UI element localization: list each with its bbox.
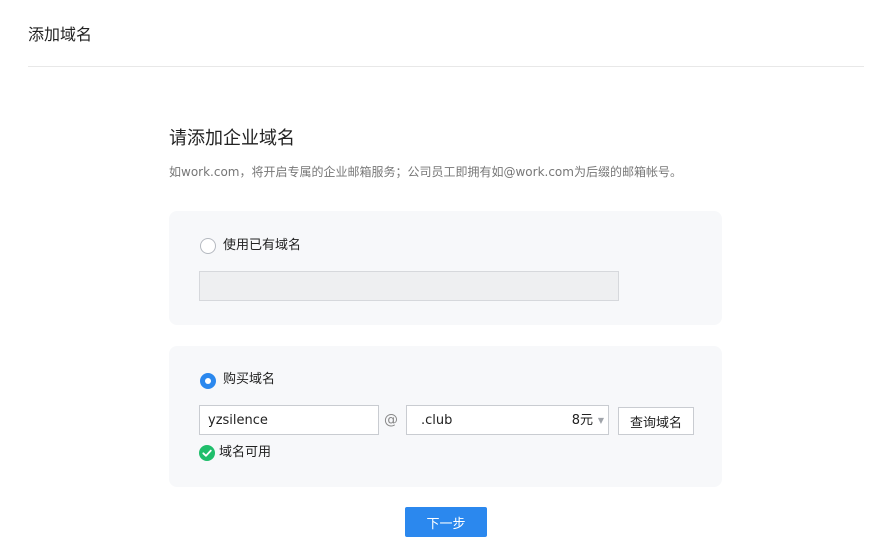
domain-price: 8元 bbox=[571, 413, 593, 428]
section-description: 如work.com，将开启专属的企业邮箱服务；公司员工即拥有如@work.com… bbox=[169, 165, 682, 179]
next-step-button[interactable]: 下一步 bbox=[405, 507, 487, 537]
existing-domain-input[interactable] bbox=[199, 271, 619, 301]
existing-domain-card: 使用已有域名 bbox=[169, 211, 722, 325]
page-title: 添加域名 bbox=[28, 25, 93, 44]
chevron-down-icon: ▼ bbox=[597, 416, 604, 425]
page-header: 添加域名 bbox=[28, 0, 864, 67]
domain-status-text: 域名可用 bbox=[219, 445, 272, 460]
domain-name-input[interactable] bbox=[199, 405, 379, 435]
domain-suffix-select[interactable]: .club 8元 ▼ bbox=[406, 405, 609, 435]
buy-domain-card: 购买域名 @ .club 8元 ▼ 查询域名 域名可用 bbox=[169, 346, 722, 487]
at-sign: @ bbox=[384, 412, 398, 428]
existing-domain-label[interactable]: 使用已有域名 bbox=[223, 237, 301, 255]
domain-suffix-value: .club bbox=[421, 413, 453, 428]
query-domain-button[interactable]: 查询域名 bbox=[618, 407, 694, 435]
buy-domain-radio[interactable] bbox=[200, 373, 216, 389]
buy-domain-label[interactable]: 购买域名 bbox=[223, 371, 275, 389]
section-title: 请添加企业域名 bbox=[169, 128, 295, 149]
check-circle-icon bbox=[199, 445, 215, 461]
existing-domain-radio[interactable] bbox=[200, 238, 216, 254]
